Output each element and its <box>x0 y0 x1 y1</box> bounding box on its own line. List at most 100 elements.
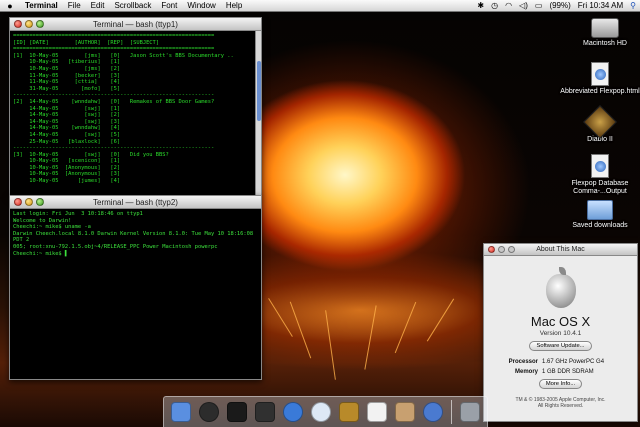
apple-menu-icon[interactable]: ● <box>0 0 20 12</box>
window-titlebar[interactable]: About This Mac <box>484 244 637 256</box>
html-document-icon <box>591 62 609 86</box>
terminal-line: ========================================… <box>13 33 215 39</box>
dock-separator <box>451 400 452 424</box>
terminal-line: Darwin Cheech.local 8.1.0 Darwin Kernel … <box>13 230 257 244</box>
terminal-line: Cheechi:~ mike$ uname -a <box>13 224 91 231</box>
battery-icon[interactable]: ▭ <box>535 0 543 12</box>
terminal-line: 25-May-05 [blaxlock] [6] <box>13 138 121 145</box>
menu-window[interactable]: Window <box>182 0 220 12</box>
desktop-icon-label: Saved downloads <box>572 222 628 229</box>
desktop-icon-label: Abbreviated Flexpop.html <box>560 88 640 95</box>
dock-quicktime-icon[interactable] <box>423 402 443 422</box>
hard-drive-icon <box>591 18 619 38</box>
terminal-line: 10-May-05 [Anonymous] [3] <box>13 171 121 178</box>
menu-edit[interactable]: Edit <box>86 0 110 12</box>
dock-terminal-icon[interactable] <box>227 402 247 422</box>
terminal-line: ----------------------------------------… <box>13 145 215 152</box>
terminal-line: Welcome to Darwin! <box>13 217 72 224</box>
terminal-line: 10-May-05 [jumes] [4] <box>13 178 121 185</box>
terminal-line: 005; root:xnu-792.1.5.obj~4/RELEASE_PPC … <box>13 243 218 250</box>
apple-logo-icon <box>545 267 576 308</box>
terminal-line: 14-May-05 [swj] [2] <box>13 112 121 119</box>
menu-bar: ● Terminal File Edit Scrollback Font Win… <box>0 0 640 12</box>
os-name: Mac OS X <box>530 314 591 329</box>
menu-file[interactable]: File <box>63 0 86 12</box>
terminal-line: 10-May-05 [jms] [2] <box>13 65 121 72</box>
terminal-line: 10-May-05 [Anonymous] [2] <box>13 164 121 171</box>
terminal-line: 14-May-05 [swj] [5] <box>13 131 121 138</box>
wifi-icon[interactable]: ◠ <box>505 0 512 12</box>
desktop-icon-flexpop-database[interactable]: Flexpop Database Comma-...Output <box>560 154 640 196</box>
terminal-window-ttyp2[interactable]: Terminal — bash (ttyp2) Last login: Fri … <box>9 195 262 380</box>
minimize-button[interactable] <box>25 20 33 28</box>
close-button[interactable] <box>14 198 22 206</box>
terminal-window-ttyp1[interactable]: Terminal — bash (ttyp1) ================… <box>9 17 262 197</box>
bluetooth-icon[interactable]: ✱ <box>477 0 484 12</box>
terminal-line: [2] 14-May-05 [wnndahw] [0] Remakes of B… <box>13 98 215 105</box>
terminal-line: 14-May-05 [swj] [3] <box>13 118 121 125</box>
zoom-button[interactable] <box>36 20 44 28</box>
dock-safari-icon[interactable] <box>283 402 303 422</box>
window-title: About This Mac <box>536 246 585 253</box>
window-title: Terminal — bash (ttyp2) <box>93 198 178 207</box>
desktop-icon-saved-downloads[interactable]: Saved downloads <box>560 200 640 230</box>
desktop-icon-macintosh-hd[interactable]: Macintosh HD <box>565 18 640 48</box>
memory-label: Memory <box>514 369 538 375</box>
copyright-text: TM & © 1983-2005 Apple Computer, Inc. Al… <box>484 397 637 409</box>
terminal-line: [1] 10-May-05 [jms] [0] Jason Scott's BB… <box>13 52 234 59</box>
menu-font[interactable]: Font <box>156 0 182 12</box>
menu-terminal[interactable]: Terminal <box>20 0 63 12</box>
dock-activity-monitor-icon[interactable] <box>255 402 275 422</box>
terminal-line: [ID] [DATE] [AUTHOR] [REP] [SUBJECT] <box>13 39 160 46</box>
terminal-line: 10-May-05 [tiberius] [1] <box>13 59 121 66</box>
more-info-button[interactable]: More Info... <box>538 379 583 389</box>
dock-ical-icon[interactable] <box>367 402 387 422</box>
close-button[interactable] <box>488 246 495 253</box>
dock-trash-icon[interactable] <box>460 402 480 422</box>
window-titlebar[interactable]: Terminal — bash (ttyp1) <box>10 18 261 31</box>
folder-icon <box>587 200 613 220</box>
scrollbar[interactable] <box>255 31 261 196</box>
terminal-line: 11-May-05 [becker] [3] <box>13 72 121 79</box>
terminal-line: ========================================… <box>13 46 215 53</box>
memory-row: Memory 1 GB DDR SDRAM <box>484 369 637 375</box>
window-title: Terminal — bash (ttyp1) <box>93 20 178 29</box>
zoom-button[interactable] <box>36 198 44 206</box>
processor-label: Processor <box>508 359 538 365</box>
about-this-mac-window[interactable]: About This Mac Mac OS X Version 10.4.1 S… <box>483 243 638 422</box>
terminal-line: 31-May-05 [mofo] [5] <box>13 85 121 92</box>
zoom-button[interactable] <box>508 246 515 253</box>
terminal-line: 10-May-05 [scenicon] [1] <box>13 158 121 165</box>
battery-percent[interactable]: (99%) <box>549 0 570 12</box>
dock-finder-icon[interactable] <box>171 402 191 422</box>
terminal-line: 14-May-05 [wnndahw] [4] <box>13 125 121 132</box>
minimize-button[interactable] <box>498 246 505 253</box>
terminal-output[interactable]: Last login: Fri Jun 3 10:18:46 on ttyp1 W… <box>10 209 261 259</box>
terminal-line: [3] 10-May-05 [swj] [0] Did you BBS? <box>13 151 169 158</box>
minimize-button[interactable] <box>25 198 33 206</box>
menu-scrollback[interactable]: Scrollback <box>109 0 156 12</box>
dock-dashboard-icon[interactable] <box>199 402 219 422</box>
memory-value: 1 GB DDR SDRAM <box>542 369 594 375</box>
dock <box>163 396 488 427</box>
menu-clock[interactable]: Fri 10:34 AM <box>578 0 623 12</box>
terminal-line: 11-May-05 [cttia] [4] <box>13 79 121 86</box>
dock-itunes-icon[interactable] <box>311 402 331 422</box>
processor-value: 1.67 GHz PowerPC G4 <box>542 359 605 365</box>
clock-sync-icon[interactable]: ◷ <box>491 0 498 12</box>
dock-world-of-warcraft-icon[interactable] <box>339 402 359 422</box>
copyright-line-2: All Rights Reserved. <box>537 403 584 409</box>
database-document-icon <box>591 154 609 178</box>
menu-help[interactable]: Help <box>221 0 247 12</box>
desktop-icon-diablo-ii[interactable]: Diablo II <box>560 105 640 144</box>
software-update-button[interactable]: Software Update... <box>529 341 592 351</box>
volume-icon[interactable]: ◁) <box>519 0 528 12</box>
os-version: Version 10.4.1 <box>539 330 582 337</box>
terminal-line: ----------------------------------------… <box>13 92 215 99</box>
dock-address-book-icon[interactable] <box>395 402 415 422</box>
terminal-output[interactable]: ========================================… <box>10 31 261 187</box>
close-button[interactable] <box>14 20 22 28</box>
spotlight-icon[interactable]: ⚲ <box>630 0 636 12</box>
desktop-icon-abbreviated-flexpop[interactable]: Abbreviated Flexpop.html <box>560 62 640 96</box>
window-titlebar[interactable]: Terminal — bash (ttyp2) <box>10 196 261 209</box>
